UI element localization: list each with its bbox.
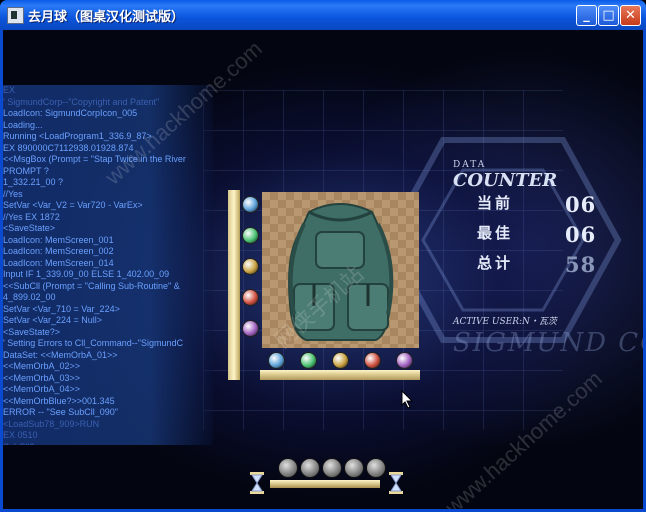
tray-rail: [270, 480, 380, 488]
code-log-line: Running <LoadProgram1_336.9_87>: [3, 131, 152, 141]
code-log-line: ERROR -- "See SubCll_090": [3, 407, 118, 417]
code-log-line: SubCll?: [3, 442, 213, 446]
title-bar[interactable]: 去月球（图桌汉化测试版） _ □ ✕: [0, 0, 646, 30]
close-button[interactable]: ✕: [620, 5, 641, 26]
code-log-line: <<MemOrbBlue?>>001.345: [3, 395, 115, 406]
hourglass-right-icon[interactable]: [389, 472, 403, 494]
stat-value-best: 06: [565, 222, 597, 247]
memory-slot[interactable]: [322, 458, 342, 478]
game-screen[interactable]: SIGMUND CORP. EX' SigmundCorp--"Copyrigh…: [3, 30, 643, 509]
game-window: 去月球（图桌汉化测试版） _ □ ✕ SIGMUND CORP. EX' Sig…: [0, 0, 646, 512]
code-log-line: <<SubCll (Prompt = "Calling Sub-Routine"…: [3, 280, 180, 291]
memory-orb[interactable]: [268, 352, 285, 369]
code-log-line: <SaveState>: [3, 223, 56, 233]
mouse-cursor-icon: [401, 390, 414, 409]
code-log-line: <LoadSub78_909>RUN: [3, 418, 100, 429]
inventory-frame-bottom: [260, 370, 420, 380]
memory-orb[interactable]: [242, 320, 259, 337]
active-user-label: ACTIVE USER:N・瓦茨: [453, 317, 557, 327]
memory-slot[interactable]: [366, 458, 386, 478]
code-log-line: //Yes: [3, 188, 23, 199]
maximize-button[interactable]: □: [598, 5, 619, 26]
stat-label-total: 总计: [477, 254, 514, 272]
memory-orb[interactable]: [332, 352, 349, 369]
stat-label-best: 最佳: [477, 224, 514, 242]
code-log-line: SetVar <Var_V2 = Var720 - VarEx>: [3, 200, 143, 210]
app-icon[interactable]: [7, 7, 24, 24]
code-log-line: EX 890000C7112938.01928.874: [3, 142, 134, 153]
code-log-line: SetVar <Var_710 = Var_224>: [3, 303, 120, 314]
sigmund-corp-text: SIGMUND CORP.: [453, 328, 643, 358]
code-log-line: 4_899.02_00: [3, 292, 56, 302]
inventory-frame-left: [228, 190, 240, 380]
code-log-panel: EX ' SigmundCorp--"Copyright and Patent" L…: [3, 85, 213, 445]
memory-slot[interactable]: [344, 458, 364, 478]
memory-orb[interactable]: [396, 352, 413, 369]
code-log-line: LoadIcon: MemScreen_002: [3, 246, 114, 256]
memory-slot[interactable]: [300, 458, 320, 478]
stat-value-current: 06: [565, 192, 597, 217]
hourglass-left-icon[interactable]: [250, 472, 264, 494]
memory-orb[interactable]: [300, 352, 317, 369]
code-log-line: LoadIcon: MemScreen_001: [3, 234, 114, 245]
counter-title: COUNTER: [453, 170, 558, 191]
stat-label-current: 当前: [477, 194, 514, 212]
code-log-line: //Yes EX 1872: [3, 211, 60, 222]
code-log-line: <<MemOrbA_02>>: [3, 361, 81, 371]
memory-orb[interactable]: [364, 352, 381, 369]
memory-orb[interactable]: [242, 227, 259, 244]
code-log-line: <SaveState?>: [3, 326, 61, 337]
minimize-button[interactable]: _: [576, 5, 597, 26]
data-counter-panel: DATA COUNTER 当前 06 最佳 06 总计 58 ACTIVE US…: [433, 160, 633, 327]
window-title: 去月球（图桌汉化测试版）: [28, 10, 185, 25]
code-log-line: <<MemOrbA_03>>: [3, 372, 81, 383]
code-log-line: Input IF 1_339.09_00 ELSE 1_402.00_09: [3, 269, 170, 279]
orb-column: [240, 194, 260, 369]
code-log-line: ' Setting Errors to Cll_Command--"Sigmun…: [3, 338, 183, 348]
memory-slot[interactable]: [278, 458, 298, 478]
code-log-line: EX 0510: [3, 430, 38, 440]
code-log-line: LoadIcon: MemScreen_014: [3, 257, 114, 268]
code-log-line: <<MemOrbA_04>>: [3, 384, 81, 394]
hourglass-tray: [248, 458, 408, 498]
memory-orb[interactable]: [242, 258, 259, 275]
memory-orb[interactable]: [242, 289, 259, 306]
code-log-line: SetVar <Var_224 = Null>: [3, 315, 102, 325]
data-label: DATA: [453, 160, 487, 170]
stat-value-total: 58: [565, 252, 597, 277]
code-log-line: DataSet: <<MemOrbA_01>>: [3, 349, 118, 360]
code-log-line: EX: [3, 85, 16, 95]
memory-orb[interactable]: [242, 196, 259, 213]
